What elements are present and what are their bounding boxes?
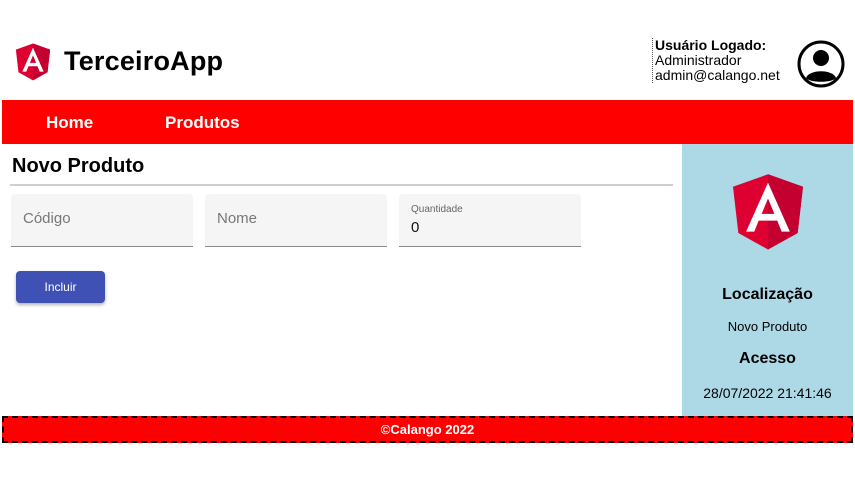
codigo-field[interactable] bbox=[11, 194, 193, 247]
incluir-button[interactable]: Incluir bbox=[16, 271, 105, 303]
brand: TerceiroApp bbox=[10, 36, 223, 86]
logged-user-heading: Usuário Logado: bbox=[655, 37, 767, 53]
nav-home-link[interactable]: Home bbox=[46, 113, 93, 133]
app-header: TerceiroApp Usuário Logado: Administrado… bbox=[0, 0, 855, 100]
location-value: Novo Produto bbox=[727, 319, 808, 334]
location-heading: Localização bbox=[722, 286, 813, 303]
quantidade-field[interactable]: Quantidade bbox=[399, 194, 581, 247]
nome-field[interactable] bbox=[205, 194, 387, 247]
nome-input[interactable] bbox=[205, 210, 387, 227]
main-content: Novo Produto Quantidade Incluir bbox=[0, 144, 682, 416]
app-title: TerceiroApp bbox=[64, 45, 224, 76]
main-navbar: Home Produtos bbox=[2, 100, 853, 144]
access-heading: Acesso bbox=[739, 350, 796, 367]
page-title: Novo Produto bbox=[12, 155, 145, 177]
codigo-input[interactable] bbox=[11, 210, 193, 227]
access-timestamp: 28/07/2022 21:41:46 bbox=[703, 385, 832, 401]
nav-produtos-link[interactable]: Produtos bbox=[165, 113, 240, 133]
quantidade-label: Quantidade bbox=[411, 204, 463, 215]
quantidade-input[interactable] bbox=[399, 219, 581, 236]
title-divider bbox=[10, 184, 673, 186]
side-panel: Localização Novo Produto Acesso 28/07/20… bbox=[682, 144, 853, 416]
logged-user-email: admin@calango.net bbox=[655, 67, 780, 83]
angular-logo-icon bbox=[732, 174, 804, 250]
footer-copyright: ©Calango 2022 bbox=[380, 422, 475, 437]
user-avatar-icon[interactable] bbox=[797, 40, 845, 88]
logged-user-name: Administrador bbox=[655, 52, 742, 68]
app-footer: ©Calango 2022 bbox=[2, 416, 853, 443]
angular-logo-icon bbox=[15, 43, 51, 81]
logged-user-info: Usuário Logado: Administrador admin@cala… bbox=[652, 38, 780, 83]
